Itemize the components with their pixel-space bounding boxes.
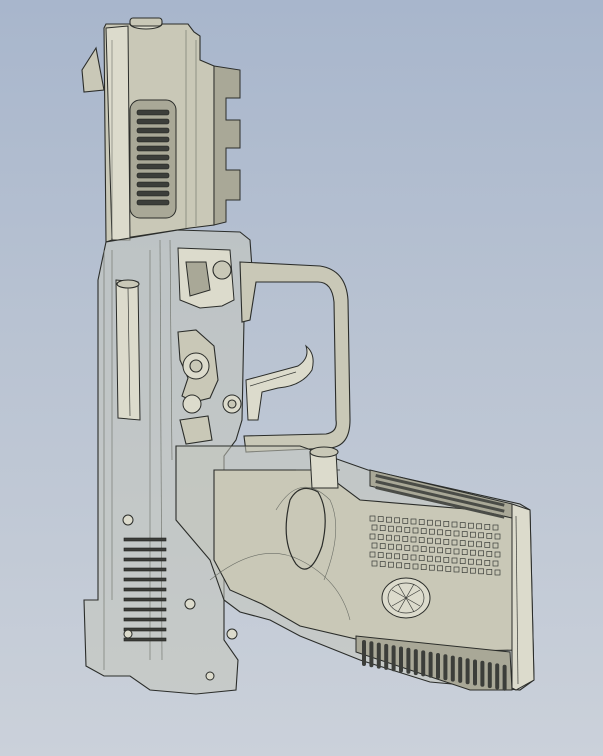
- grip-groove: [443, 654, 448, 681]
- grip-groove: [487, 662, 492, 689]
- logo-emblem: [381, 577, 431, 619]
- grip-groove: [421, 650, 426, 677]
- grip-groove: [473, 659, 477, 686]
- pistol-model: [81, 17, 535, 695]
- grip-groove: [399, 646, 403, 673]
- cad-viewport: [0, 0, 603, 756]
- grip-groove: [369, 641, 374, 668]
- grip-groove: [391, 645, 396, 672]
- grip-groove: [406, 647, 411, 674]
- grip-groove: [384, 643, 389, 670]
- grip-groove: [376, 642, 381, 669]
- trigger-guard: [239, 261, 351, 453]
- grip-groove: [465, 658, 470, 685]
- slide-serrations: [136, 109, 170, 206]
- grip-groove: [362, 640, 366, 666]
- grip-groove: [450, 655, 455, 682]
- grip-groove: [495, 663, 500, 690]
- grip-groove: [480, 660, 485, 687]
- grip-groove: [458, 656, 463, 683]
- grip-groove: [428, 651, 433, 678]
- slide: [81, 17, 241, 243]
- grip-groove: [436, 653, 440, 679]
- grip-groove: [413, 649, 418, 676]
- grip-groove: [502, 664, 507, 691]
- trigger: [245, 344, 314, 421]
